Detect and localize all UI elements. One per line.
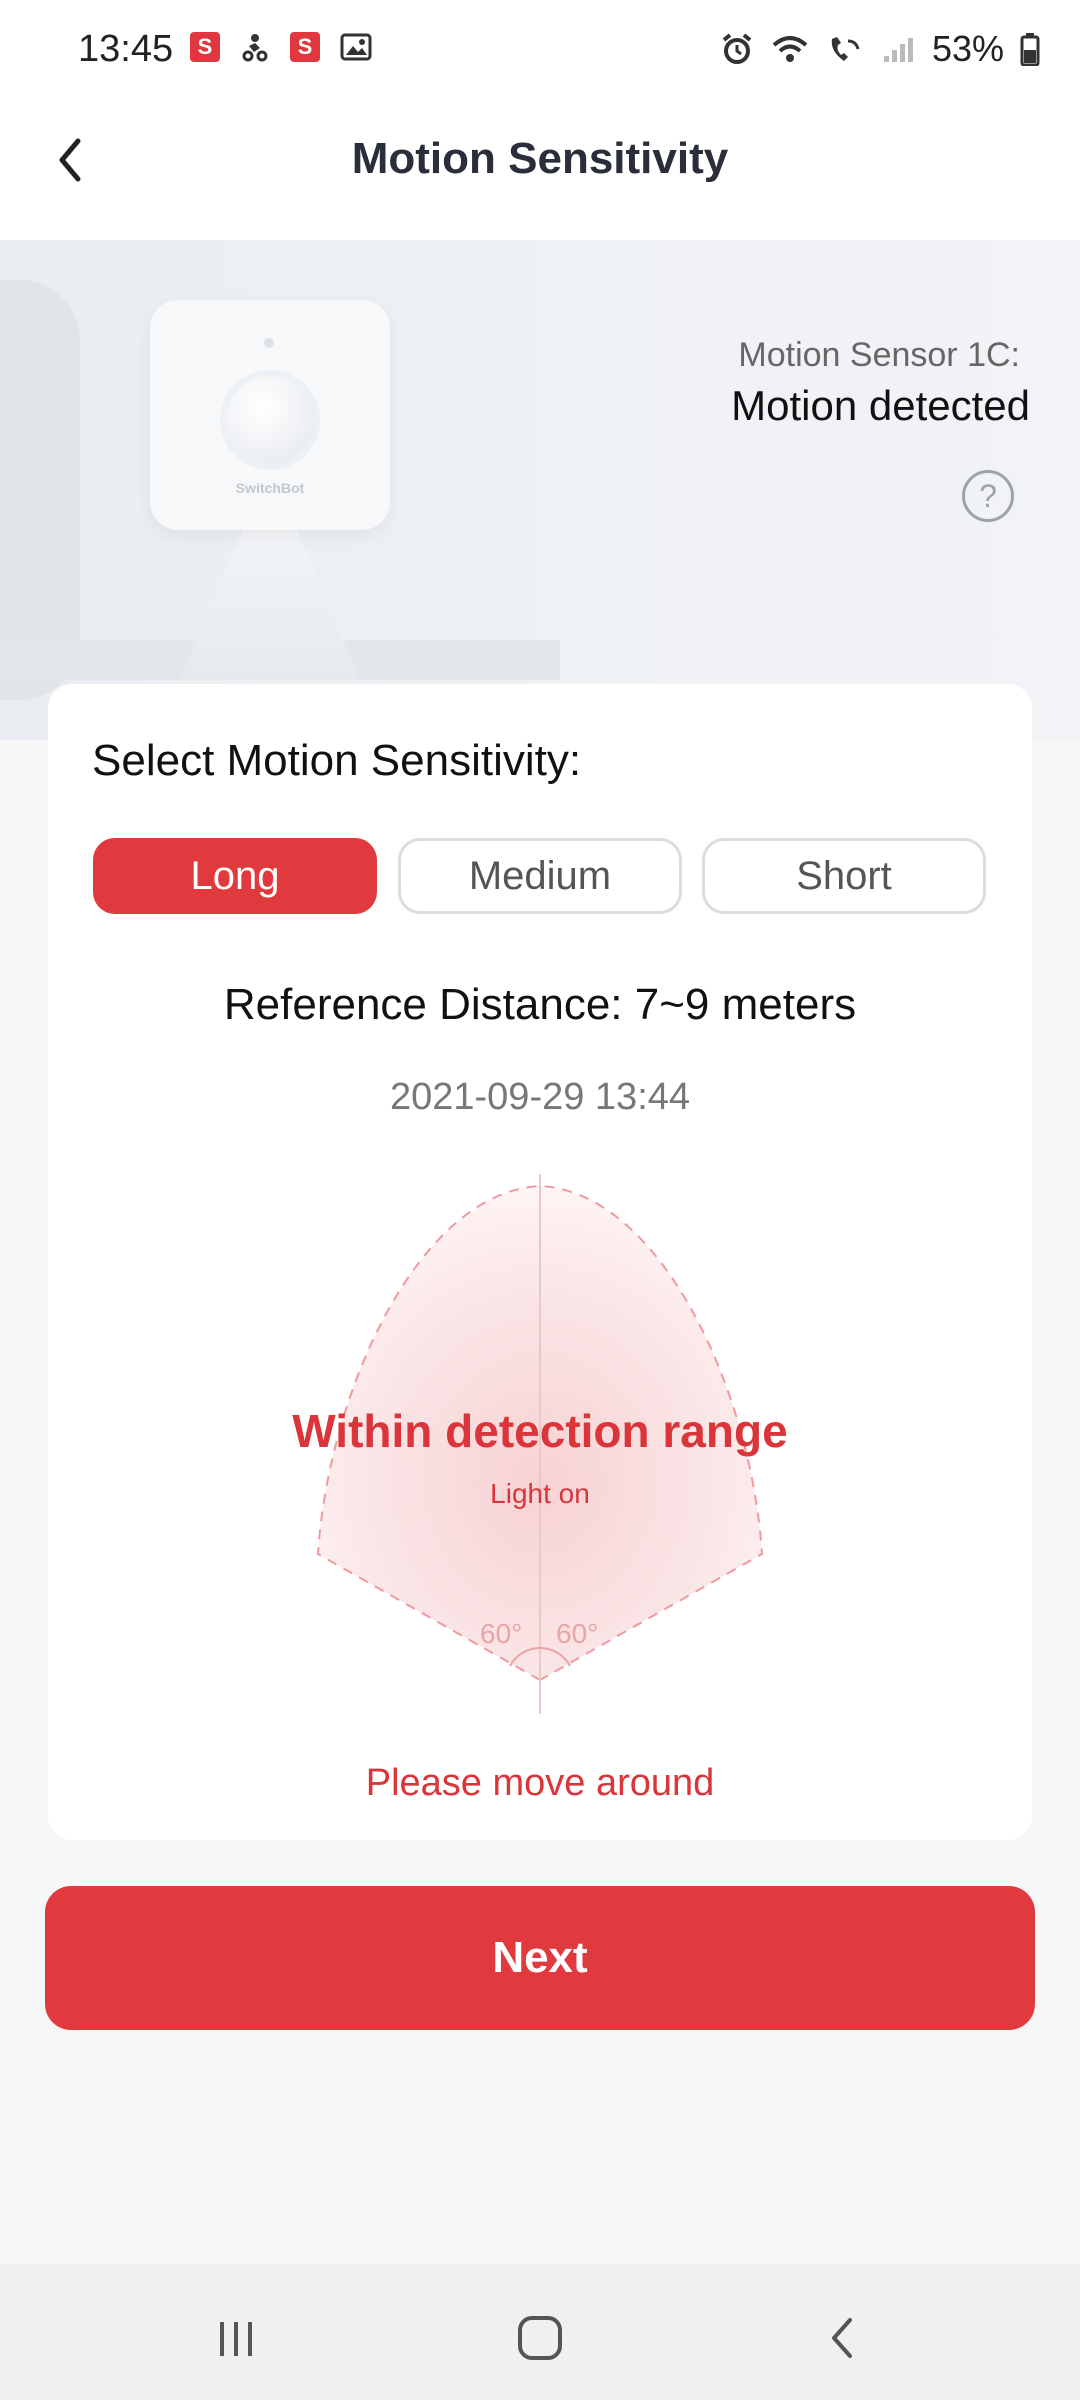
- angle-right-label: 60°: [556, 1618, 599, 1649]
- question-icon: ?: [979, 477, 997, 514]
- rider-icon: [242, 34, 268, 62]
- detection-timestamp: 2021-09-29 13:44: [389, 1076, 691, 1118]
- device-lens: [220, 370, 320, 470]
- option-short-button[interactable]: Short: [702, 838, 986, 914]
- background-plant: [0, 280, 80, 700]
- status-system-icons: 53%: [720, 28, 1040, 70]
- motion-sensor-image: SwitchBot: [150, 300, 390, 530]
- status-time: 13:45: [78, 28, 174, 70]
- system-nav-bar: [0, 2264, 1080, 2400]
- app-s-badge-icon: S: [190, 32, 220, 62]
- device-hero: SwitchBot Motion Sensor 1C: Motion detec…: [0, 240, 1080, 740]
- status-notification-icons: S S: [190, 32, 372, 62]
- app-header: Motion Sensitivity: [0, 100, 1080, 240]
- battery-icon: [1020, 33, 1040, 66]
- move-hint: Please move around: [365, 1762, 715, 1804]
- battery-percentage: 53%: [931, 28, 1004, 69]
- signal-icon: [883, 38, 913, 62]
- range-status-subtitle: Light on: [490, 1478, 590, 1509]
- sensor-status: Motion detected: [731, 382, 1030, 429]
- back-icon: [832, 2318, 852, 2358]
- option-long-button[interactable]: Long: [93, 838, 377, 914]
- recent-apps-button[interactable]: [206, 2308, 266, 2368]
- device-stand: [180, 530, 360, 680]
- alarm-icon: [722, 33, 752, 64]
- wifi-call-icon: [831, 37, 860, 61]
- angle-left-label: 60°: [480, 1618, 523, 1649]
- range-status-title: Within detection range: [292, 1405, 788, 1457]
- home-icon: [518, 2316, 562, 2360]
- gallery-icon: [340, 33, 372, 61]
- wifi-icon: [772, 36, 808, 62]
- device-brand-label: SwitchBot: [235, 480, 305, 496]
- reference-distance: Reference Distance: 7~9 meters: [223, 980, 857, 1029]
- help-button[interactable]: ?: [962, 470, 1014, 522]
- option-medium-button[interactable]: Medium: [398, 838, 682, 914]
- sensitivity-card: Select Motion Sensitivity: Long Medium S…: [48, 684, 1032, 1840]
- home-button[interactable]: [510, 2308, 570, 2368]
- nav-back-button[interactable]: [812, 2308, 872, 2368]
- page-title: Motion Sensitivity: [351, 134, 729, 183]
- sensor-name: Motion Sensor 1C:: [738, 336, 1020, 374]
- status-bar: 13:45 S S 53%: [0, 0, 1080, 100]
- next-button[interactable]: Next: [45, 1886, 1035, 2030]
- device-indicator: [264, 338, 274, 348]
- app-s-badge-icon: S: [290, 32, 320, 62]
- recent-apps-icon: [220, 2322, 252, 2356]
- card-title: Select Motion Sensitivity:: [92, 736, 582, 785]
